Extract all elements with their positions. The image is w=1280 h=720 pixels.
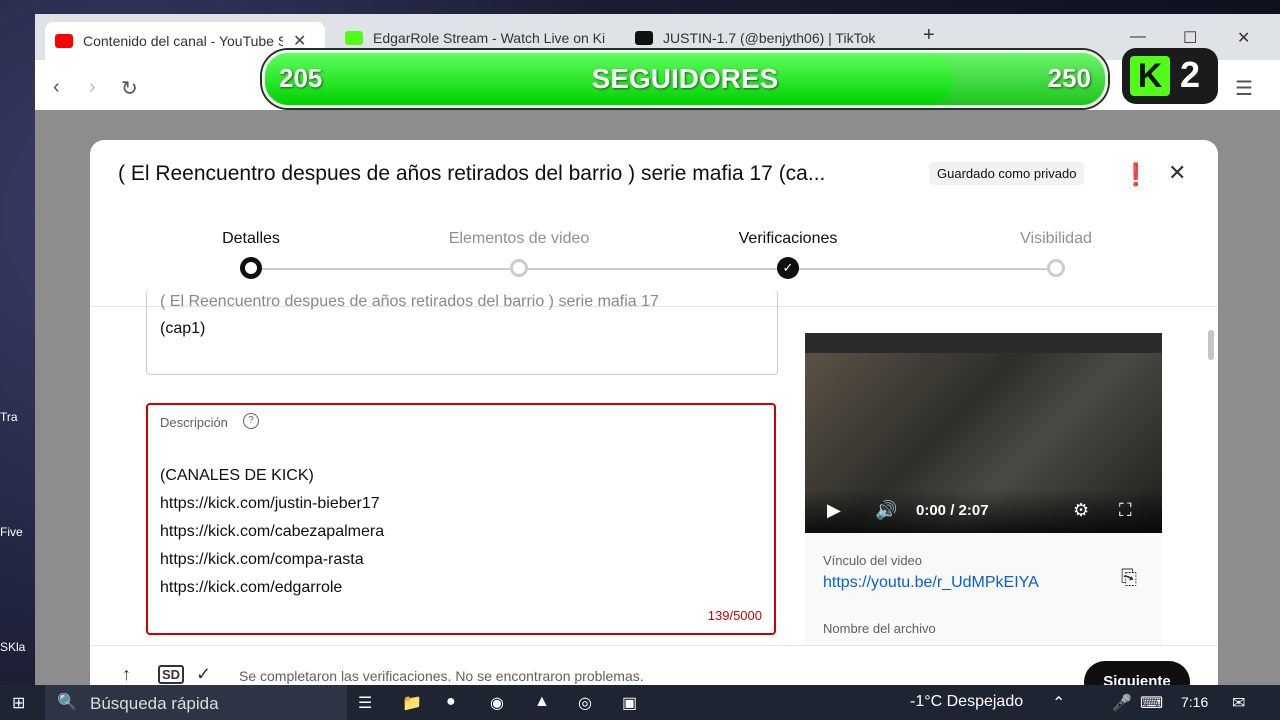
video-details-dialog: ( El Reencuentro despues de años retirad…	[90, 140, 1218, 685]
title-field[interactable]: ( El Reencuentro despues de años retirad…	[146, 290, 778, 375]
weather-widget[interactable]: -1°C Despejado	[910, 693, 1023, 711]
file-explorer-icon[interactable]: 📁	[402, 693, 422, 713]
tab-label: EdgarRole Stream - Watch Live on Ki	[373, 30, 606, 46]
char-count: 139/5000	[707, 608, 762, 623]
brave-icon[interactable]: ▲	[534, 693, 550, 711]
upload-icon: ↑	[122, 664, 131, 684]
video-time: 0:00 / 2:07	[916, 502, 989, 519]
tab-label: Contenido del canal - YouTube S	[83, 33, 283, 49]
taskbar-clock: 7:16	[1181, 694, 1209, 710]
obs-icon[interactable]: ◎	[578, 693, 592, 713]
check-icon: ✓	[777, 257, 799, 279]
description-line: https://kick.com/compa-rasta	[160, 551, 364, 568]
step-dot	[510, 259, 528, 277]
next-button[interactable]: Siguiente	[1084, 661, 1190, 685]
close-dialog-icon[interactable]: ✕	[1168, 160, 1186, 186]
search-icon: 🔍	[57, 694, 77, 711]
tab-kick[interactable]: EdgarRole Stream - Watch Live on Ki	[345, 23, 615, 53]
tray-chevron-icon[interactable]: ⌃	[1052, 693, 1065, 713]
back-icon[interactable]: ‹	[53, 76, 60, 99]
close-window-icon[interactable]: ✕	[1237, 28, 1250, 48]
step-detalles[interactable]: Detalles	[151, 230, 351, 248]
footer-status: Se completaron las verificaciones. No se…	[239, 668, 644, 684]
steam-icon[interactable]: ◉	[490, 693, 504, 713]
video-link-label: Vínculo del video	[823, 553, 923, 568]
follower-goal-overlay: 205 SEGUIDORES 250	[262, 50, 1108, 108]
title-value: (cap1)	[160, 320, 206, 337]
desktop-icon-tra[interactable]: Tra	[0, 410, 38, 424]
close-tab-icon[interactable]: ✕	[293, 31, 306, 51]
dialog-footer: ↑ SD ✓ Se completaron las verificaciones…	[90, 645, 1218, 685]
description-line: (CANALES DE KICK)	[160, 467, 314, 484]
filename-label: Nombre del archivo	[823, 621, 936, 636]
windows-taskbar: ⊞ 🔍 Búsqueda rápida ☰ 📁 ● ◉ ▲ ◎ ▣ -1°C D…	[0, 685, 1280, 720]
play-icon[interactable]: ▶	[827, 500, 841, 521]
scrollbar[interactable]	[1208, 330, 1214, 360]
desktop-icon-skla[interactable]: SKla	[0, 640, 38, 654]
settings-gear-icon[interactable]: ⚙	[1073, 500, 1089, 521]
tab-label: JUSTIN-1.7 (@benjyth06) | TikTok	[663, 30, 876, 46]
dialog-title: ( El Reencuentro despues de años retirad…	[118, 162, 826, 185]
step-verificaciones[interactable]: Verificaciones	[688, 230, 888, 248]
help-icon[interactable]: ?	[243, 413, 259, 429]
new-tab-button[interactable]: +	[923, 24, 935, 47]
windows-start-icon[interactable]: ⊞	[12, 693, 25, 713]
step-visibilidad[interactable]: Visibilidad	[956, 230, 1156, 248]
step-dot-current	[240, 257, 262, 279]
microphone-icon[interactable]: 🎤	[1112, 693, 1132, 713]
stepper-line	[251, 268, 1056, 270]
minimize-icon[interactable]: —	[1130, 28, 1146, 46]
description-label: Descripción	[160, 415, 228, 430]
maximize-icon[interactable]: ☐	[1183, 28, 1197, 48]
checks-complete-icon: ✓	[196, 664, 212, 684]
video-link[interactable]: https://youtu.be/r_UdMPkEIYA	[823, 574, 1039, 592]
copy-icon[interactable]: ⎘	[1121, 567, 1137, 590]
app-icon[interactable]: ▣	[622, 693, 637, 713]
description-line: https://kick.com/cabezapalmera	[160, 523, 385, 540]
video-preview[interactable]: ▶ 🔊 0:00 / 2:07 ⚙ ⛶	[805, 333, 1162, 533]
goal-target: 250	[1047, 63, 1091, 93]
description-field[interactable]: Descripción ? (CANALES DE KICK) https://…	[146, 403, 776, 635]
discord-icon[interactable]: ●	[446, 693, 456, 711]
reload-icon[interactable]: ↻	[121, 76, 138, 101]
volume-icon[interactable]: 🔊	[875, 500, 897, 521]
step-dot	[1047, 259, 1065, 277]
tiktok-icon	[635, 31, 653, 45]
sd-badge-icon: SD	[158, 665, 185, 684]
goal-label: SEGUIDORES	[591, 63, 779, 94]
youtube-icon	[55, 34, 73, 48]
saved-private-badge: Guardado como privado	[929, 162, 1085, 185]
kick-icon	[345, 31, 363, 45]
notification-icon[interactable]: ✉	[1232, 693, 1245, 713]
task-view-icon[interactable]: ☰	[358, 693, 372, 713]
title-partial-text: ( El Reencuentro despues de años retirad…	[160, 293, 659, 310]
feedback-icon[interactable]: ❗	[1122, 162, 1149, 188]
description-line: https://kick.com/edgarrole	[160, 579, 343, 596]
search-placeholder: Búsqueda rápida	[90, 694, 219, 713]
kick-logo-icon: K	[1130, 56, 1170, 96]
step-elementos[interactable]: Elementos de video	[419, 230, 619, 248]
desktop-icon-five[interactable]: Five	[0, 525, 38, 539]
description-line: https://kick.com/justin-bieber17	[160, 495, 380, 512]
forward-icon[interactable]: ›	[89, 76, 96, 99]
taskbar-search[interactable]: 🔍 Búsqueda rápida	[45, 685, 347, 720]
tab-tiktok[interactable]: JUSTIN-1.7 (@benjyth06) | TikTok	[635, 23, 915, 53]
menu-icon[interactable]: ☰	[1235, 76, 1253, 101]
keyboard-icon[interactable]: ⌨	[1140, 693, 1163, 713]
kick-follower-badge: K 2	[1122, 48, 1218, 104]
kick-count: 2	[1180, 54, 1201, 95]
fullscreen-icon[interactable]: ⛶	[1119, 500, 1132, 521]
